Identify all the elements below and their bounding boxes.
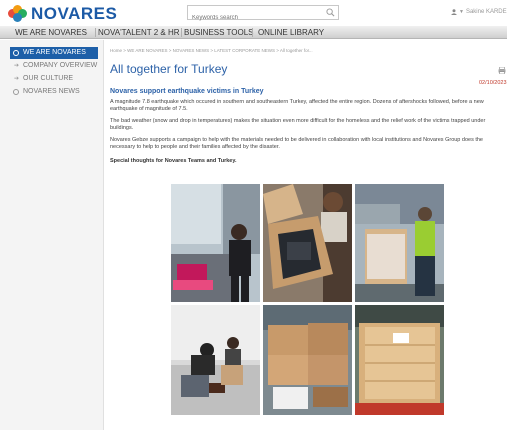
brand-name: NOVARES [31,4,118,23]
article-photo[interactable] [355,184,444,302]
sidebar-item-label: OUR CULTURE [23,75,74,82]
nav-business-tools[interactable]: BUSINESS TOOLS [184,26,254,39]
top-bar: NOVARES ▼ Sakine KARDE [0,0,507,26]
article-photo[interactable] [171,184,260,302]
article-photo[interactable] [263,305,352,415]
circle-icon [13,50,19,56]
breadcrumb[interactable]: Home > WE ARE NOVARES > NOVARES NEWS > L… [110,48,313,53]
sidebar-item-company-overview[interactable]: ➔ COMPANY OVERVIEW [10,60,98,72]
user-icon [451,9,457,15]
article-date: 02/10/2023 [479,80,507,86]
sidebar-item-our-culture[interactable]: ➔ OUR CULTURE [10,73,98,85]
article-paragraph: The bad weather (snow and drop in temper… [110,118,486,131]
user-name: Sakine KARDE [465,9,507,15]
article-photo[interactable] [263,184,352,302]
arrow-right-icon: ➔ [14,63,20,69]
circle-icon [13,89,19,95]
novares-logo-icon [8,5,28,23]
article-photo[interactable] [355,305,444,415]
arrow-right-icon: ➔ [14,76,20,82]
search-icon[interactable] [326,8,335,17]
sidebar-item-we-are-novares[interactable]: WE ARE NOVARES [10,47,98,59]
user-menu[interactable]: ▼ Sakine KARDE [451,9,507,15]
sidebar-item-label: NOVARES NEWS [23,88,80,95]
article-closing: Special thoughts for Novares Teams and T… [110,158,237,164]
article-paragraph: A magnitude 7.8 earthquake which occured… [110,99,484,112]
sidebar-item-novares-news[interactable]: NOVARES NEWS [10,86,98,98]
article-paragraph: Novares Gebze supports a campaign to hel… [110,137,483,150]
search-input[interactable] [188,11,318,25]
main-nav: WE ARE NOVARES NOVA'TALENT 2 & HR BUSINE… [0,26,507,39]
logo[interactable]: NOVARES [8,4,117,24]
sidebar-item-label: WE ARE NOVARES [23,49,86,56]
chevron-down-icon: ▼ [459,9,464,15]
nav-novatalent-hr[interactable]: NOVA'TALENT 2 & HR [98,26,180,39]
article-subtitle: Novares support earthquake victims in Tu… [110,88,264,95]
sidebar-item-label: COMPANY OVERVIEW [23,62,98,69]
search-box [187,5,339,25]
nav-online-library[interactable]: ONLINE LIBRARY [256,26,326,39]
nav-we-are-novares[interactable]: WE ARE NOVARES [12,26,90,39]
sidebar: WE ARE NOVARES ➔ COMPANY OVERVIEW ➔ OUR … [0,40,104,430]
page-title: All together for Turkey [110,62,228,76]
article-photo[interactable] [171,305,260,415]
print-icon[interactable] [498,67,506,74]
